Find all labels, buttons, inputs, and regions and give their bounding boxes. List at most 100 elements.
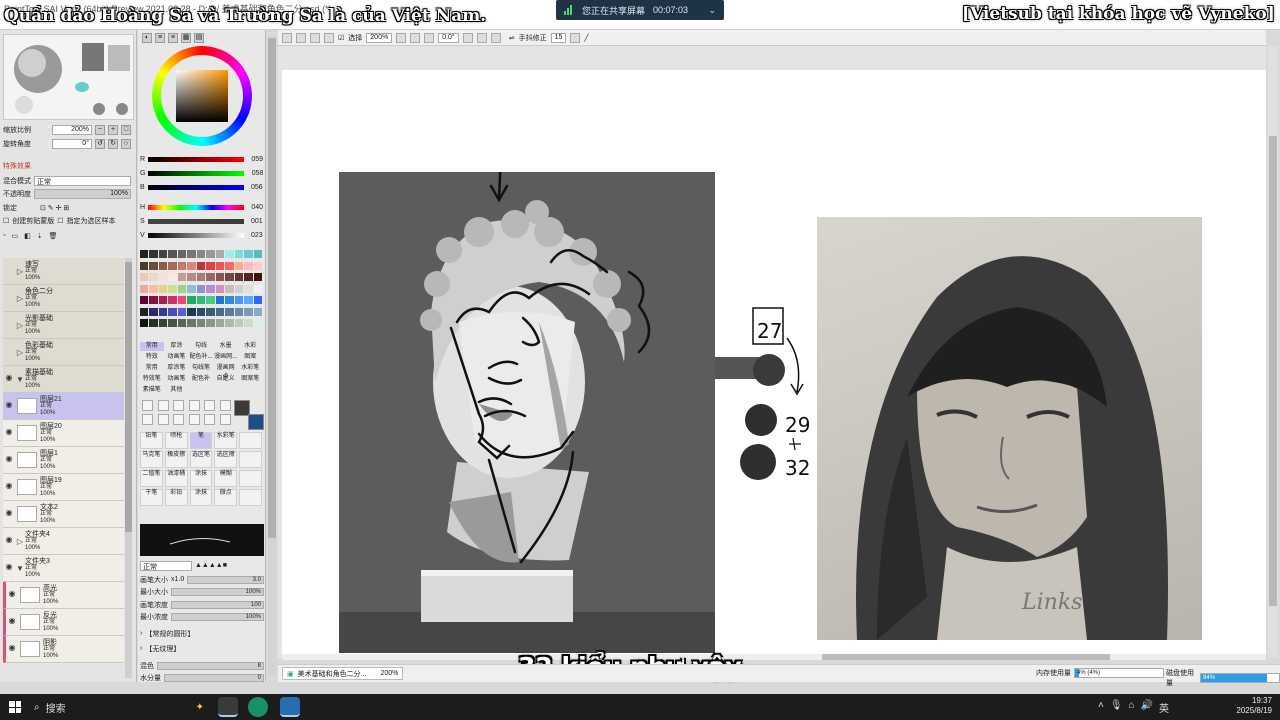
- brush-tab[interactable]: 配色补...: [189, 353, 213, 362]
- brush-tab[interactable]: 水墨: [214, 342, 238, 351]
- palette-swatch[interactable]: [187, 261, 196, 270]
- layer-row[interactable]: ◉ ▷ 文件夹4 正常 100%: [3, 528, 124, 555]
- brush-tab[interactable]: 厚涂笔: [165, 364, 189, 373]
- min-density-slider[interactable]: 100%: [171, 612, 264, 621]
- brush-tab[interactable]: 配色补: [189, 375, 213, 384]
- layer-row[interactable]: ▷ 角色二分 正常 100%: [3, 285, 124, 312]
- brush-slot[interactable]: 干笔: [140, 489, 163, 506]
- zoom-reset-icon[interactable]: [424, 32, 435, 43]
- mixer-tab[interactable]: ▦: [181, 33, 191, 43]
- palette-swatch[interactable]: [187, 296, 196, 305]
- text-icon[interactable]: [204, 400, 215, 411]
- palette-swatch[interactable]: [149, 250, 158, 258]
- ime-indicator[interactable]: 英: [1159, 700, 1169, 715]
- canvas-hscrollbar[interactable]: [282, 654, 1266, 660]
- palette-swatch[interactable]: [206, 296, 215, 305]
- palette-swatch[interactable]: [253, 319, 262, 328]
- palette-swatch[interactable]: [187, 319, 196, 328]
- palette-swatch[interactable]: [234, 296, 244, 305]
- document-tab[interactable]: ▣ 美术基础和角色二分... 200%: [282, 667, 404, 680]
- layer-row[interactable]: ◉ 图层21 正常 100%: [3, 393, 124, 420]
- canvas-vscroll-thumb[interactable]: [1269, 136, 1277, 606]
- palette-swatch[interactable]: [158, 319, 168, 328]
- brush-slot[interactable]: 笔: [189, 432, 213, 449]
- palette-swatch[interactable]: [140, 273, 149, 282]
- brush-tab[interactable]: 其他: [165, 386, 189, 395]
- brush-tab[interactable]: 动画笔: [165, 375, 189, 384]
- palette-swatch[interactable]: [234, 319, 244, 328]
- palette-swatch[interactable]: [140, 261, 149, 270]
- layer-row[interactable]: ◉ 文本2 正常 100%: [3, 501, 124, 528]
- brush-slot[interactable]: [239, 451, 262, 468]
- layer-row[interactable]: ◉ 图层1 正常 100%: [3, 447, 124, 474]
- eye-icon[interactable]: ◉: [3, 400, 15, 412]
- palette-swatch[interactable]: [177, 261, 187, 270]
- screen-share-indicator[interactable]: 您正在共享屏幕 00:07:03 ⌄: [556, 0, 724, 20]
- tools-scrollbar[interactable]: [268, 36, 276, 676]
- canvas-vscrollbar[interactable]: [1268, 46, 1278, 658]
- palette-swatch[interactable]: [244, 250, 253, 258]
- palette-swatch[interactable]: [215, 307, 225, 316]
- palette-swatch[interactable]: [168, 284, 177, 293]
- eye-icon[interactable]: ◉: [3, 454, 15, 466]
- density-slider[interactable]: 100: [171, 600, 264, 609]
- lock-icons[interactable]: ⊡ ✎ ✢ ⊞: [40, 204, 69, 212]
- brush-tab[interactable]: 水彩: [238, 342, 262, 351]
- eye-icon[interactable]: ◉: [6, 616, 18, 628]
- expand-right-icon[interactable]: ▷: [15, 267, 25, 276]
- palette-swatch[interactable]: [158, 250, 168, 258]
- palette-swatch[interactable]: [196, 284, 206, 293]
- blend-mode-select[interactable]: 正常: [34, 175, 131, 186]
- zoom-in-button[interactable]: +: [108, 125, 118, 135]
- palette-swatch[interactable]: [158, 307, 168, 316]
- layer-row[interactable]: ◉ 图层19 正常 100%: [3, 474, 124, 501]
- slider-track[interactable]: [148, 170, 245, 176]
- palette-swatch[interactable]: [215, 296, 225, 305]
- palette-swatch[interactable]: [225, 273, 234, 282]
- zoom-reset-button[interactable]: □: [121, 125, 131, 135]
- opacity-slider[interactable]: 100%: [34, 188, 131, 199]
- palette-swatch[interactable]: [177, 284, 187, 293]
- brush-slot[interactable]: 铅笔: [140, 432, 163, 449]
- palette-swatch[interactable]: [225, 307, 234, 316]
- eye-icon[interactable]: ◉: [3, 481, 15, 493]
- swatch-tab[interactable]: ▤: [194, 33, 204, 43]
- eye-icon[interactable]: [3, 292, 15, 304]
- expand-icon[interactable]: ›: [140, 630, 142, 637]
- stabilizer-dropdown-icon[interactable]: [570, 32, 581, 43]
- rotate-left-icon[interactable]: [462, 32, 473, 43]
- rgb-tab[interactable]: ≡: [155, 33, 165, 43]
- palette-swatch[interactable]: [196, 319, 206, 328]
- palette-swatch[interactable]: [168, 250, 177, 258]
- palette-swatch[interactable]: [149, 284, 158, 293]
- pen-icon[interactable]: [204, 414, 215, 425]
- palette-swatch[interactable]: [215, 319, 225, 328]
- palette-swatch[interactable]: [253, 261, 262, 270]
- palette-swatch[interactable]: [225, 261, 234, 270]
- rotate-icon[interactable]: [173, 414, 184, 425]
- eye-icon[interactable]: ◉: [3, 373, 15, 385]
- expand-right-icon[interactable]: ▷: [15, 294, 25, 303]
- lasso-icon[interactable]: [157, 400, 169, 411]
- windows-start-icon[interactable]: [9, 701, 21, 713]
- slider-track[interactable]: [147, 184, 244, 190]
- layer-row[interactable]: ▷ 光影基础 正常 100%: [3, 312, 124, 339]
- eye-icon[interactable]: [3, 346, 15, 358]
- palette-swatch[interactable]: [177, 296, 187, 305]
- brush-slot[interactable]: 微点: [214, 489, 238, 506]
- layer-row[interactable]: ▷ 色彩基础 正常 100%: [3, 339, 124, 366]
- zoom-field[interactable]: 200%: [52, 125, 92, 135]
- hand-icon[interactable]: [188, 400, 200, 411]
- brush-texture-row[interactable]: › 【无纹理】: [140, 643, 264, 654]
- slider-track[interactable]: [147, 232, 244, 238]
- toolbar-angle-field[interactable]: 0.0°: [438, 32, 459, 43]
- min-size-slider[interactable]: 100%: [171, 587, 264, 596]
- select-toggle[interactable]: ☑: [338, 34, 344, 42]
- invert-icon[interactable]: [324, 32, 334, 43]
- brush-tab[interactable]: 漫画网点: [214, 364, 238, 380]
- brush-tab[interactable]: 常用: [140, 364, 164, 373]
- palette-swatch[interactable]: [206, 273, 215, 282]
- hsv-tab[interactable]: ≡: [168, 33, 178, 43]
- eye-icon[interactable]: ◉: [6, 589, 18, 601]
- layer-row[interactable]: ▷ 速写 正常 100%: [3, 258, 124, 285]
